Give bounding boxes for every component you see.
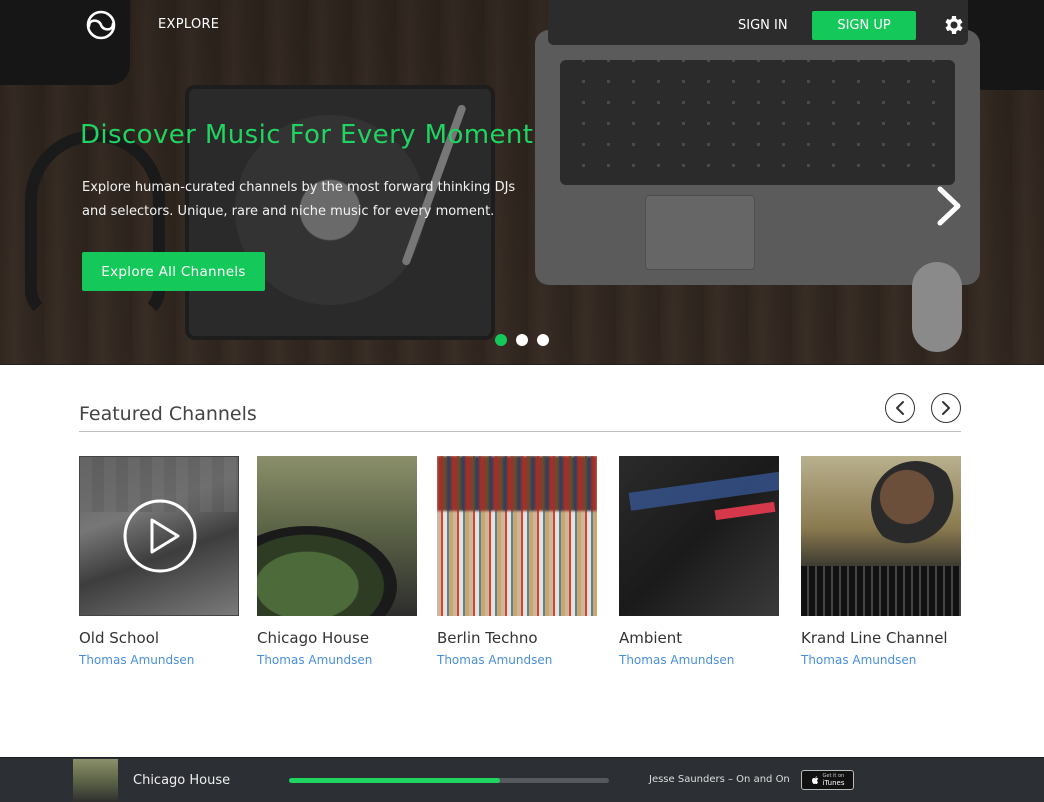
trackpad-image [645,195,755,270]
channel-thumbnail [79,456,239,616]
channel-title[interactable]: Berlin Techno [437,629,599,647]
gear-icon[interactable] [941,13,965,37]
channel-card-ambient[interactable]: Ambient Thomas Amundsen [619,456,781,667]
channel-title[interactable]: Krand Line Channel [801,629,963,647]
hero-banner: EXPLORE SIGN IN SIGN UP Discover Music F… [0,0,1044,365]
chevron-left-icon [896,401,904,415]
channel-author-link[interactable]: Thomas Amundsen [79,653,241,667]
play-icon[interactable] [122,498,198,574]
headphones-image [25,130,165,320]
channel-card-berlin-techno[interactable]: Berlin Techno Thomas Amundsen [437,456,599,667]
hero-description: Explore human-curated channels by the mo… [82,180,516,219]
channel-thumbnail [801,456,961,616]
itunes-label: iTunes [822,778,845,787]
channel-card-old-school[interactable]: Old School Thomas Amundsen [79,456,241,667]
hero-title: Discover Music For Every Moment [80,120,534,150]
channel-card-krand-line[interactable]: Krand Line Channel Thomas Amundsen [801,456,963,667]
channel-title[interactable]: Ambient [619,629,781,647]
channel-author-link[interactable]: Thomas Amundsen [801,653,963,667]
mouse-image [912,262,962,352]
channel-card-chicago-house[interactable]: Chicago House Thomas Amundsen [257,456,419,667]
keyboard-image [560,60,955,185]
channel-title[interactable]: Chicago House [257,629,419,647]
logo-icon[interactable] [79,10,123,40]
playback-progress-bar[interactable] [289,778,609,783]
nav-explore-link[interactable]: EXPLORE [158,17,219,32]
carousel-prev-button[interactable] [885,393,915,423]
explore-all-channels-button[interactable]: Explore All Channels [82,252,265,291]
slide-dot-3[interactable] [537,334,549,346]
chevron-right-icon[interactable] [930,183,966,229]
channel-author-link[interactable]: Thomas Amundsen [619,653,781,667]
now-playing-thumbnail[interactable] [73,759,118,802]
featured-channels-heading: Featured Channels [79,403,257,425]
itunes-label-group: Get it on iTunes [822,773,845,787]
channel-thumbnail [619,456,779,616]
signup-button[interactable]: SIGN UP [812,11,916,40]
carousel-next-button[interactable] [931,393,961,423]
channel-thumbnail [437,456,597,616]
channel-thumbnail [257,456,417,616]
channel-title[interactable]: Old School [79,629,241,647]
slide-indicator [495,334,549,346]
playback-progress-fill [289,778,501,783]
nav-signin-link[interactable]: SIGN IN [738,18,788,33]
channel-author-link[interactable]: Thomas Amundsen [257,653,419,667]
apple-icon [811,776,818,784]
player-bar: Chicago House Jesse Saunders – On and On… [0,757,1044,802]
slide-dot-2[interactable] [516,334,528,346]
itunes-button[interactable]: Get it on iTunes [801,770,854,790]
channel-author-link[interactable]: Thomas Amundsen [437,653,599,667]
chevron-right-icon [942,401,950,415]
now-playing-track: Jesse Saunders – On and On [649,774,790,785]
slide-dot-1[interactable] [495,334,507,346]
now-playing-channel[interactable]: Chicago House [133,773,230,788]
divider [79,431,961,432]
